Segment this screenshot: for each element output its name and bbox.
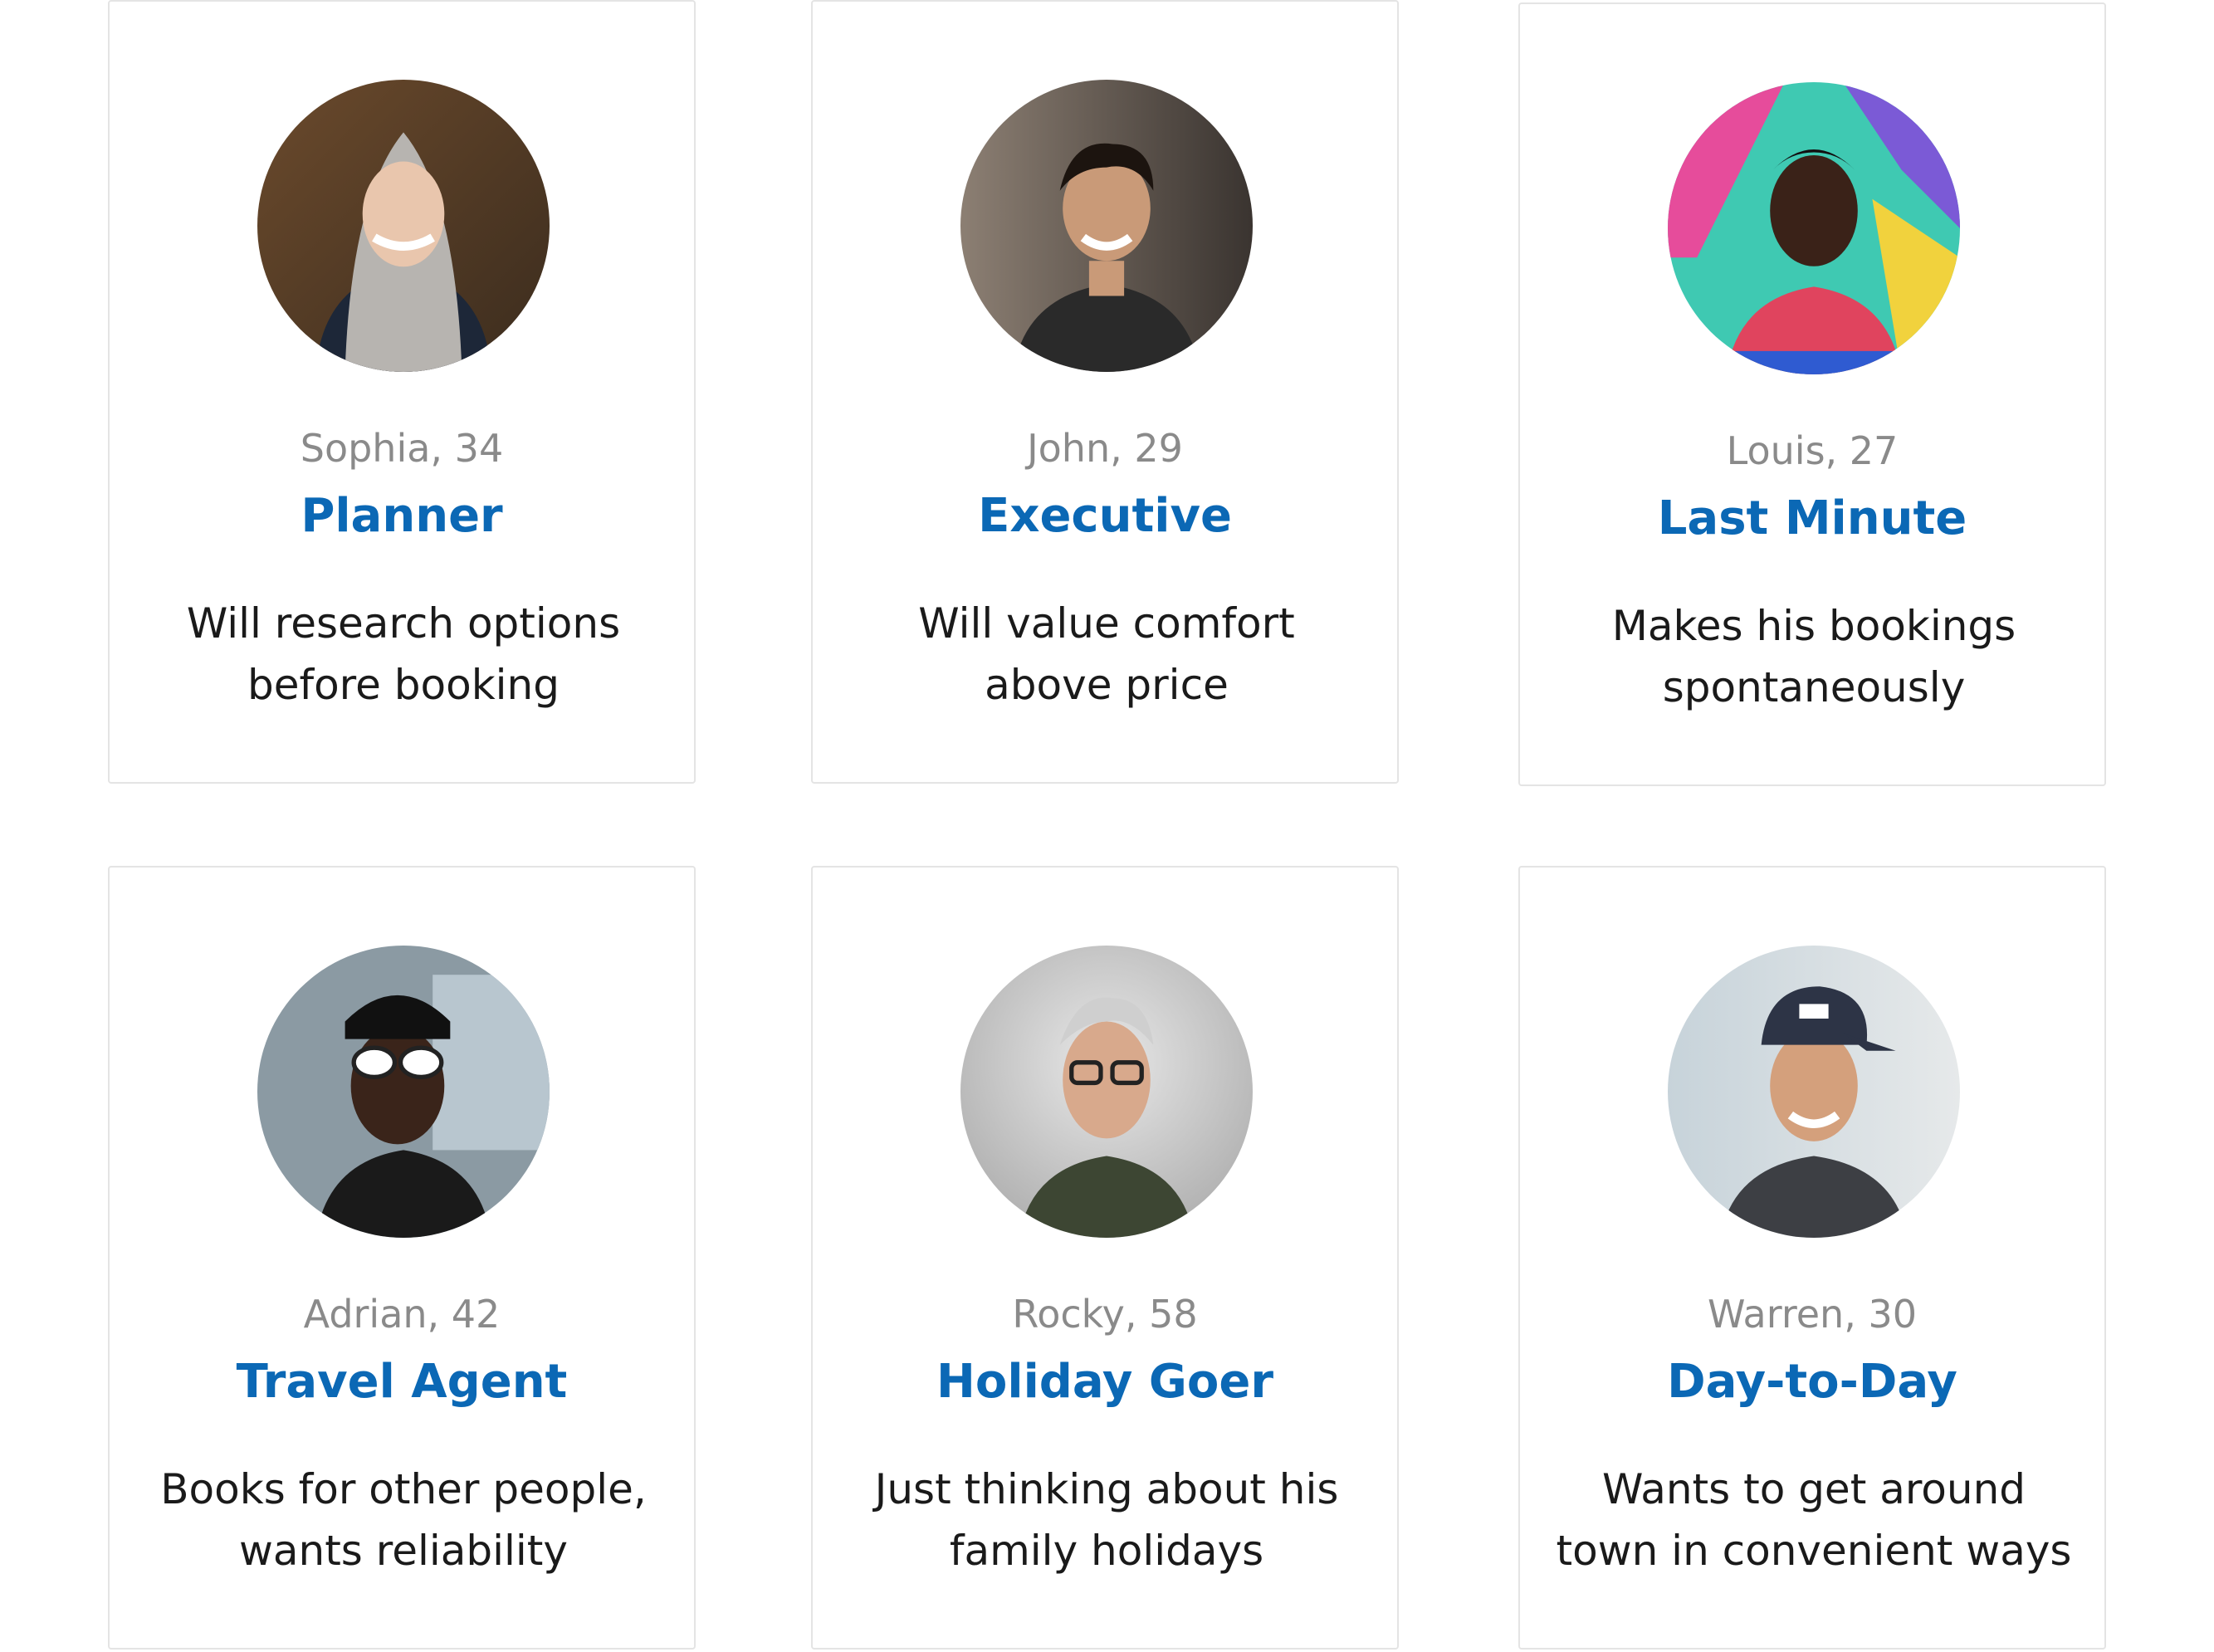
persona-role-title: Travel Agent <box>236 1355 568 1409</box>
persona-description-line: Makes his bookings <box>1611 602 2016 650</box>
persona-description: Books for other people, wants reliabilit… <box>143 1459 664 1581</box>
persona-description: Just thinking about his family holidays <box>846 1459 1367 1581</box>
persona-description: Will value comfort above price <box>846 593 1367 716</box>
persona-name-age: Rocky, 58 <box>1012 1292 1198 1337</box>
persona-description-line: before booking <box>247 661 560 709</box>
persona-card-last-minute: Louis, 27 Last Minute Makes his bookings… <box>1518 2 2106 786</box>
persona-description-line: wants reliability <box>238 1527 569 1575</box>
persona-description-line: Will value comfort <box>918 599 1295 648</box>
persona-description-line: spontaneously <box>1662 663 1966 711</box>
persona-card-planner: Sophia, 34 Planner Will research options… <box>108 0 696 784</box>
persona-card-holiday-goer: Rocky, 58 Holiday Goer Just thinking abo… <box>811 866 1399 1650</box>
persona-description-line: Wants to get around <box>1601 1465 2026 1513</box>
persona-role-title: Holiday Goer <box>936 1355 1273 1409</box>
avatar-photo <box>960 80 1253 372</box>
persona-name-age: Sophia, 34 <box>300 426 504 471</box>
persona-description-line: town in convenient ways <box>1556 1527 2072 1575</box>
persona-card-executive: John, 29 Executive Will value comfort ab… <box>811 0 1399 784</box>
persona-card-day-to-day: Warren, 30 Day-to-Day Wants to get aroun… <box>1518 866 2106 1650</box>
persona-description-line: Will research options <box>186 599 621 648</box>
persona-name-age: Louis, 27 <box>1726 428 1899 473</box>
avatar-photo <box>257 946 550 1238</box>
persona-role-title: Executive <box>978 489 1232 543</box>
avatar-photo <box>960 946 1253 1238</box>
persona-name-age: Adrian, 42 <box>303 1292 501 1337</box>
persona-name-age: John, 29 <box>1027 426 1183 471</box>
persona-description-line: Books for other people, <box>160 1465 647 1513</box>
persona-description: Wants to get around town in convenient w… <box>1553 1459 2075 1581</box>
persona-role-title: Planner <box>301 489 503 543</box>
persona-description-line: family holidays <box>949 1527 1264 1575</box>
persona-description: Will research options before booking <box>143 593 664 716</box>
persona-card-travel-agent: Adrian, 42 Travel Agent Books for other … <box>108 866 696 1650</box>
avatar-photo <box>1668 82 1960 374</box>
persona-description-line: above price <box>985 661 1229 709</box>
avatar-photo <box>257 80 550 372</box>
persona-description-line: Just thinking about his <box>874 1465 1339 1513</box>
persona-description: Makes his bookings spontaneously <box>1553 595 2075 718</box>
avatar-photo <box>1668 946 1960 1238</box>
persona-role-title: Day-to-Day <box>1667 1355 1957 1409</box>
persona-role-title: Last Minute <box>1657 491 1967 545</box>
persona-name-age: Warren, 30 <box>1708 1292 1917 1337</box>
